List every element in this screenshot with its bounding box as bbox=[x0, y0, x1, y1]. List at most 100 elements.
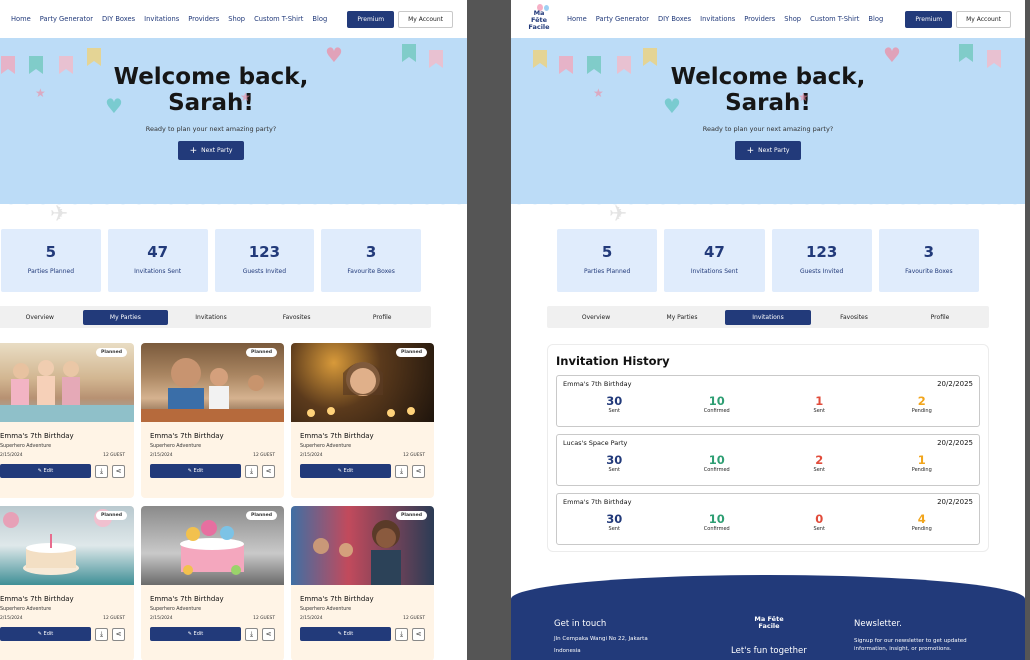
confirmed-count: 10 bbox=[708, 453, 725, 467]
footer-logo[interactable]: Ma Fête Facile bbox=[752, 606, 786, 640]
stat-value: 123 bbox=[805, 243, 838, 261]
party-card[interactable]: Planned Emma's 7th Birthday Superhero Ad… bbox=[141, 343, 284, 498]
download-icon[interactable]: ⤓ bbox=[95, 627, 108, 641]
edit-button[interactable]: ✎ Edit bbox=[0, 627, 91, 641]
download-icon[interactable]: ⤓ bbox=[395, 627, 408, 641]
edit-label: Edit bbox=[343, 631, 354, 637]
stat-label: Favourite Boxes bbox=[347, 268, 395, 275]
nav-providers[interactable]: Providers bbox=[188, 15, 219, 23]
download-icon[interactable]: ⤓ bbox=[95, 464, 108, 478]
download-icon[interactable]: ⤓ bbox=[245, 464, 258, 478]
star-icon: ★ bbox=[593, 86, 604, 100]
card-title: Emma's 7th Birthday bbox=[300, 432, 374, 440]
nav-invitations[interactable]: Invitations bbox=[144, 15, 179, 23]
invitation-row[interactable]: Lucas's Space Party 20/2/2025 30 Sent 10 Co… bbox=[556, 434, 980, 486]
nav-providers[interactable]: Providers bbox=[744, 15, 775, 23]
share-icon[interactable]: ⋖ bbox=[112, 464, 125, 478]
nav-home[interactable]: Home bbox=[567, 15, 587, 23]
edit-button[interactable]: ✎ Edit bbox=[300, 464, 391, 478]
nav-shop[interactable]: Shop bbox=[784, 15, 801, 23]
share-icon[interactable]: ⋖ bbox=[412, 627, 425, 641]
plus-icon: + bbox=[189, 146, 198, 156]
edit-button[interactable]: ✎ Edit bbox=[150, 627, 241, 641]
tab-profile[interactable]: Profile bbox=[339, 310, 425, 325]
stat-value: 47 bbox=[147, 243, 169, 261]
tab-overview[interactable]: Overview bbox=[553, 310, 639, 325]
card-guests: 12 GUEST bbox=[253, 453, 275, 458]
edit-button[interactable]: ✎ Edit bbox=[0, 464, 91, 478]
paper-plane-icon: ✈ bbox=[609, 202, 628, 227]
share-icon[interactable]: ⋖ bbox=[112, 627, 125, 641]
scallop-edge bbox=[511, 196, 1025, 212]
card-title: Emma's 7th Birthday bbox=[300, 595, 374, 603]
tab-overview[interactable]: Overview bbox=[0, 310, 83, 325]
nav-custom-tshirt[interactable]: Custom T-Shirt bbox=[810, 15, 859, 23]
party-card[interactable]: Planned Emma's 7th Birthday Superhero Ad… bbox=[291, 343, 434, 498]
dashboard-tabs: Overview My Parties Invitations Favosite… bbox=[547, 306, 989, 328]
hero-subtitle: Ready to plan your next amazing party? bbox=[145, 125, 277, 133]
hero-subtitle: Ready to plan your next amazing party? bbox=[702, 125, 834, 133]
premium-button[interactable]: Premium bbox=[905, 10, 953, 28]
hero-banner: ♥ ♥ ★ ★ Welcome back, Sarah! Ready to pl… bbox=[0, 38, 467, 212]
next-party-button[interactable]: + Next Party bbox=[734, 141, 802, 160]
card-guests: 12 GUEST bbox=[103, 453, 125, 458]
nav-shop[interactable]: Shop bbox=[228, 15, 245, 23]
my-account-button[interactable]: My Account bbox=[398, 10, 453, 28]
newsletter-text: Signup for our newsletter to get updated… bbox=[854, 638, 967, 652]
nav-party-generator[interactable]: Party Generator bbox=[40, 15, 93, 23]
next-party-button[interactable]: + Next Party bbox=[177, 141, 245, 160]
invitation-row[interactable]: Emma's 7th Birthday 20/2/2025 30 Sent 10 Co… bbox=[556, 375, 980, 427]
party-name: Emma's 7th Birthday bbox=[563, 498, 632, 506]
party-photo: Planned bbox=[141, 506, 284, 585]
party-photo: Planned bbox=[0, 343, 134, 422]
nav-blog[interactable]: Blog bbox=[312, 15, 327, 23]
share-icon[interactable]: ⋖ bbox=[262, 464, 275, 478]
confirmed-count: 10 bbox=[708, 394, 725, 408]
nav-blog[interactable]: Blog bbox=[868, 15, 883, 23]
footer-contact-title: Get in touch bbox=[554, 619, 607, 629]
card-date: 2/15/2024 bbox=[300, 453, 323, 458]
download-icon[interactable]: ⤓ bbox=[395, 464, 408, 478]
pending-count: 1 bbox=[917, 453, 926, 467]
edit-button[interactable]: ✎ Edit bbox=[150, 464, 241, 478]
card-subtitle: Superhero Adventure bbox=[150, 444, 202, 449]
nav-party-generator[interactable]: Party Generator bbox=[596, 15, 649, 23]
download-icon[interactable]: ⤓ bbox=[245, 627, 258, 641]
party-card[interactable]: Planned Emma's 7th Birthday Superhero Ad… bbox=[0, 506, 134, 660]
invitation-row[interactable]: Emma's 7th Birthday 20/2/2025 30 Sent 10 Co… bbox=[556, 493, 980, 545]
nav-home[interactable]: Home bbox=[11, 15, 31, 23]
tab-profile[interactable]: Profile bbox=[897, 310, 983, 325]
party-card[interactable]: Planned Emma's 7th Birthday Superhero Ad… bbox=[291, 506, 434, 660]
card-actions: ✎ Edit ⤓ ⋖ bbox=[141, 621, 284, 641]
party-card[interactable]: Planned Emma's 7th Birthday Superhero Ad… bbox=[141, 506, 284, 660]
stat-favourite-boxes: 3 Favourite Boxes bbox=[321, 229, 421, 292]
nav-custom-tshirt[interactable]: Custom T-Shirt bbox=[254, 15, 303, 23]
card-guests: 12 GUEST bbox=[403, 453, 425, 458]
tab-invitations[interactable]: Invitations bbox=[168, 310, 254, 325]
party-name: Lucas's Space Party bbox=[563, 439, 628, 447]
next-party-label: Next Party bbox=[758, 147, 790, 154]
tab-favorites[interactable]: Favosites bbox=[254, 310, 340, 325]
edit-label: Edit bbox=[43, 468, 54, 474]
my-account-button[interactable]: My Account bbox=[956, 10, 1011, 28]
premium-button[interactable]: Premium bbox=[347, 10, 395, 28]
logo[interactable]: Ma Fête Facile bbox=[525, 4, 553, 34]
tab-favorites[interactable]: Favosites bbox=[811, 310, 897, 325]
party-card[interactable]: Planned Emma's 7th Birthday Superhero Ad… bbox=[0, 343, 134, 498]
invitation-history-title: Invitation History bbox=[556, 354, 670, 368]
tab-my-parties[interactable]: My Parties bbox=[82, 309, 169, 325]
share-icon[interactable]: ⋖ bbox=[262, 627, 275, 641]
edit-button[interactable]: ✎ Edit bbox=[300, 627, 391, 641]
tab-my-parties[interactable]: My Parties bbox=[639, 310, 725, 325]
nav-diy-boxes[interactable]: DIY Boxes bbox=[658, 15, 691, 23]
card-actions: ✎ Edit ⤓ ⋖ bbox=[141, 458, 284, 478]
card-date: 2/15/2024 bbox=[300, 616, 323, 621]
nav-diy-boxes[interactable]: DIY Boxes bbox=[102, 15, 135, 23]
share-icon[interactable]: ⋖ bbox=[412, 464, 425, 478]
tab-invitations[interactable]: Invitations bbox=[725, 309, 811, 325]
stat-value: 5 bbox=[45, 243, 57, 261]
nav-invitations[interactable]: Invitations bbox=[700, 15, 735, 23]
party-date: 20/2/2025 bbox=[937, 439, 973, 447]
sent-count: 30 bbox=[606, 453, 623, 467]
confirmed-count: 10 bbox=[708, 512, 725, 526]
